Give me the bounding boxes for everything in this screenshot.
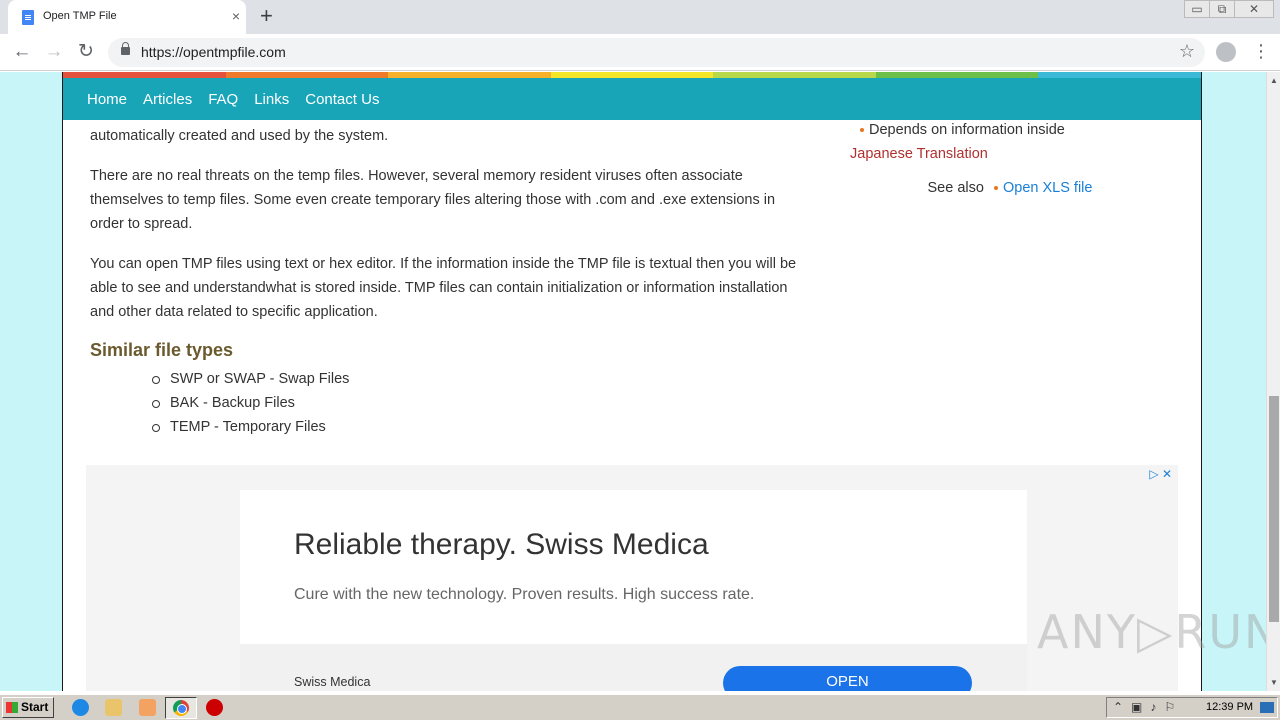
list-item: BAK - Backup Files [152,391,810,415]
document-favicon-icon [22,10,34,25]
show-desktop-icon[interactable] [1260,702,1274,713]
see-also: See also Open XLS file [850,180,1170,196]
browser-tab[interactable]: Open TMP File × [8,0,246,34]
ad-card[interactable]: Reliable therapy. Swiss Medica Cure with… [240,490,1027,691]
site-navbar: Home Articles FAQ Links Contact Us [63,78,1201,120]
taskbar-chrome-button[interactable] [165,697,197,719]
list-item: TEMP - Temporary Files [152,415,810,439]
scroll-down-arrow-icon[interactable]: ▼ [1270,678,1278,687]
reload-icon[interactable]: ↻ [73,40,99,66]
paragraph-threats: There are no real threats on the temp fi… [90,168,776,232]
sidebar: Depends on information inside Japanese T… [850,120,1170,196]
profile-avatar-icon[interactable] [1216,42,1236,62]
page-viewport: Home Articles FAQ Links Contact Us autom… [0,72,1266,691]
start-button[interactable]: Start [2,697,54,718]
tab-title: Open TMP File [43,10,117,22]
sidebar-bullet: Depends on information inside [850,122,1170,138]
scroll-up-arrow-icon[interactable]: ▲ [1270,76,1278,85]
similar-file-types-list: SWP or SWAP - Swap Files BAK - Backup Fi… [90,367,810,439]
tab-strip: Open TMP File × + ▭ ⧉ ✕ [0,0,1280,34]
clock: 12:39 PM [1206,701,1254,713]
sidebar-bullet-text: Depends on information inside [869,122,1065,138]
ad-subtitle: Cure with the new technology. Proven res… [294,586,755,603]
windows-taskbar: Start ⌃▣♪⚐ 12:39 PM [0,694,1280,720]
scroll-thumb[interactable] [1269,396,1279,622]
page-container: Home Articles FAQ Links Contact Us autom… [62,72,1202,691]
stop-icon[interactable] [206,699,223,716]
ad-open-button[interactable]: OPEN [723,666,972,691]
nav-faq[interactable]: FAQ [208,91,238,108]
open-xls-link[interactable]: Open XLS file [1003,180,1092,196]
back-arrow-icon[interactable]: ← [9,40,35,66]
url-text[interactable]: https://opentmpfile.com [141,44,286,60]
menu-dots-icon[interactable]: ⋮ [1252,40,1270,62]
media-player-icon[interactable] [139,699,156,716]
new-tab-button[interactable]: + [260,5,273,27]
nav-articles[interactable]: Articles [143,91,192,108]
tray-icons[interactable]: ⌃▣♪⚐ [1113,700,1183,714]
ad-title[interactable]: Reliable therapy. Swiss Medica [294,528,709,562]
main-content: automatically created and used by the sy… [90,120,810,439]
list-item: SWP or SWAP - Swap Files [152,367,810,391]
advertisement: ▷ ✕ Reliable therapy. Swiss Medica Cure … [86,465,1178,691]
nav-home[interactable]: Home [87,91,127,108]
see-also-label: See also [927,180,984,196]
window-minimize-button[interactable]: ▭ [1184,0,1210,18]
similar-file-types-heading: Similar file types [90,340,234,360]
internet-explorer-icon[interactable] [72,699,89,716]
chrome-icon [173,700,189,716]
anyrun-watermark: ANY▷RUN [1037,605,1266,659]
bullet-dot-icon [993,186,998,191]
japanese-translation-link[interactable]: Japanese Translation [850,146,1170,162]
ad-footer: Swiss Medica OPEN [240,644,1027,691]
bullet-dot-icon [860,128,864,133]
paragraph-intro-tail: automatically created and used by the sy… [90,128,389,144]
ad-choices-icon[interactable]: ▷ ✕ [1149,467,1172,481]
browser-toolbar: ← → ↻ https://opentmpfile.com ☆ [0,34,1280,71]
vertical-scrollbar[interactable]: ▲ ▼ [1266,72,1280,691]
bookmark-star-icon[interactable]: ☆ [1179,41,1195,62]
system-tray: ⌃▣♪⚐ 12:39 PM [1106,697,1278,718]
address-bar[interactable]: https://opentmpfile.com ☆ [108,38,1205,67]
window-maximize-button[interactable]: ⧉ [1209,0,1235,18]
nav-links[interactable]: Links [254,91,289,108]
ad-brand: Swiss Medica [294,675,371,689]
nav-contact-us[interactable]: Contact Us [305,91,379,108]
folder-icon[interactable] [105,699,122,716]
paragraph-how-to-open: You can open TMP files using text or hex… [90,256,797,320]
window-close-button[interactable]: ✕ [1234,0,1274,18]
tab-close-icon[interactable]: × [232,8,240,24]
forward-arrow-icon[interactable]: → [41,40,67,66]
lock-icon [121,42,130,55]
